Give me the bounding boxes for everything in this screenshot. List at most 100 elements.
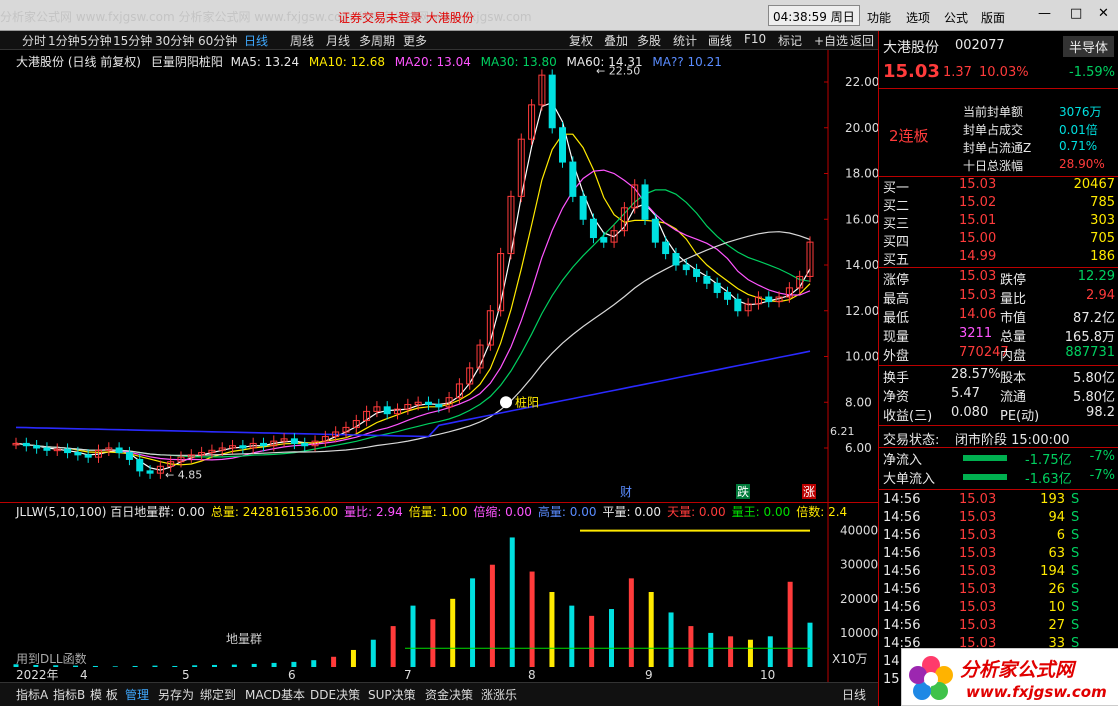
menu-function[interactable]: 功能: [867, 9, 891, 26]
signal-label: 桩阳: [515, 394, 539, 409]
price-label: 10.00: [845, 350, 878, 364]
candle-body: [146, 470, 154, 474]
price-change-pct: 10.03%: [979, 65, 1029, 80]
maximize-icon[interactable]: □: [1070, 6, 1082, 21]
tick-time-5: 14:56: [883, 582, 921, 597]
period-0[interactable]: 分时: [22, 32, 46, 49]
candle-body: [589, 218, 597, 239]
ma5-line: [15, 101, 811, 471]
fund-flows: 净流入 -1.75亿 -7% 大单流入 -1.63亿 -7%: [879, 449, 1118, 489]
bottom-tab-7[interactable]: DDE决策: [310, 686, 360, 703]
limit-info: 当前封单额 3076万 封单占成交 0.01倍 封单占流通Z 0.71% 十日总涨幅 28.9…: [879, 103, 1118, 173]
volume-svg: 40000 30000 20000 10000 X10万 地量群用到DLL函数 2022年 4…: [13, 503, 878, 683]
sector-tag[interactable]: 半导体: [1063, 36, 1115, 57]
limit-value-0: 3076万: [1059, 105, 1102, 119]
tag-cai: 财: [620, 485, 632, 499]
period-10[interactable]: 更多: [403, 32, 427, 49]
toolbar-right-6[interactable]: 标记: [778, 32, 802, 49]
period-9[interactable]: 多周期: [359, 32, 395, 49]
period-3[interactable]: 15分钟: [113, 32, 152, 49]
volume-bar: [787, 581, 793, 667]
chart-formula-name: 巨量阴阳桩阳: [150, 55, 223, 69]
limit-value-3: 28.90%: [1059, 157, 1105, 171]
toolbar-right-7[interactable]: +自选: [814, 32, 848, 49]
x-axis-label: 8: [528, 668, 536, 682]
volume-axis-label: 20000: [840, 592, 878, 606]
volume-bar: [688, 626, 694, 667]
tick-side-7: S: [1071, 618, 1080, 633]
stat-value-a-0: 15.03: [959, 269, 997, 284]
bottom-tab-0[interactable]: 指标A: [16, 686, 48, 703]
volume-bar: [370, 639, 376, 667]
stat-label-a-3: 现量: [883, 330, 910, 345]
volume-bar: [728, 636, 734, 667]
menu-layout[interactable]: 版面: [981, 9, 1005, 26]
candle-body: [290, 438, 298, 444]
period-6[interactable]: 日线: [244, 32, 268, 49]
candle-body: [424, 401, 432, 406]
bottom-tab-10[interactable]: 涨涨乐: [481, 686, 517, 703]
toolbar-right-1[interactable]: 叠加: [604, 32, 628, 49]
period-2[interactable]: 5分钟: [80, 32, 112, 49]
period-4[interactable]: 30分钟: [155, 32, 194, 49]
toolbar-right-4[interactable]: 画线: [708, 32, 732, 49]
trade-status-value: 闭市阶段 15:00:00: [955, 433, 1070, 448]
bottom-period-label[interactable]: 日线: [842, 686, 866, 703]
bottom-tab-5[interactable]: 绑定到: [200, 686, 236, 703]
price-change: 1.37: [943, 65, 972, 80]
tick-price-5: 15.03: [959, 582, 997, 597]
close-icon[interactable]: ✕: [1098, 6, 1109, 21]
menu-options[interactable]: 选项: [906, 9, 930, 26]
candle-body: [734, 298, 742, 312]
bid-price-1: 15.02: [959, 195, 997, 210]
period-1[interactable]: 1分钟: [48, 32, 80, 49]
toolbar-right-3[interactable]: 统计: [673, 32, 697, 49]
stat-value-b-4: 887731: [1065, 345, 1115, 360]
volume-bar: [291, 661, 297, 667]
x-axis-label: 2022年: [16, 668, 59, 682]
menu-formula[interactable]: 公式: [944, 9, 968, 26]
volume-bar: [807, 622, 813, 667]
kline-chart[interactable]: 22.00 20.00 18.00 16.00 14.00 12.00 10.00 8.00 6…: [0, 50, 879, 502]
x-axis-label: 7: [404, 668, 412, 682]
toolbar-right-8[interactable]: 返回: [850, 32, 874, 49]
bottom-tab-6[interactable]: MACD基本: [245, 686, 305, 703]
volume-bar: [628, 578, 634, 667]
volume-bar: [549, 592, 555, 667]
volume-bar: [529, 571, 535, 667]
tick-side-2: S: [1071, 528, 1080, 543]
x-axis-label: 10: [760, 668, 775, 682]
title-bar: 分析家公式网 www.fxjgsw.com 分析家公式网 www.fxjgsw.…: [0, 0, 1118, 31]
volume-bar: [410, 605, 416, 667]
trade-status-label: 交易状态:: [883, 433, 940, 448]
fin-value-b-2: 98.2: [1086, 405, 1115, 420]
indicator-value-9: 倍数: 2.4: [796, 505, 848, 519]
bottom-tab-1[interactable]: 指标B: [53, 686, 85, 703]
tick-time-0: 14:56: [883, 492, 921, 507]
bottom-tab-3[interactable]: 管理: [125, 686, 149, 703]
tick-price-7: 15.03: [959, 618, 997, 633]
toolbar-right-5[interactable]: F10: [744, 32, 766, 46]
bottom-tab-2[interactable]: 模 板: [90, 686, 118, 703]
flow-label-0: 净流入: [883, 453, 923, 468]
period-7[interactable]: 周线: [290, 32, 314, 49]
candle-body: [74, 452, 82, 456]
indicator-value-1: 总量: 2428161536.00: [210, 505, 339, 519]
volume-bar: [172, 665, 178, 667]
minimize-icon[interactable]: —: [1038, 6, 1051, 21]
volume-indicator[interactable]: 40000 30000 20000 10000 X10万 地量群 用到DLL函数 2022年 4…: [0, 502, 878, 683]
bottom-tab-8[interactable]: SUP决策: [368, 686, 416, 703]
bottom-tab-9[interactable]: 资金决策: [425, 686, 473, 703]
period-5[interactable]: 60分钟: [198, 32, 237, 49]
candle-body: [43, 447, 51, 451]
bottom-tab-4[interactable]: 另存为: [158, 686, 194, 703]
indicator-value-5: 高量: 0.00: [537, 505, 597, 519]
toolbar-right-0[interactable]: 复权: [569, 32, 593, 49]
ma-extra-label: MA?? 10.21: [652, 55, 722, 69]
stat-label-b-0: 跌停: [1000, 273, 1027, 288]
period-8[interactable]: 月线: [326, 32, 350, 49]
clock: 04:38:59 周日: [768, 5, 860, 26]
toolbar-right-2[interactable]: 多股: [637, 32, 661, 49]
volume-bar: [569, 605, 575, 667]
volume-bar: [708, 632, 714, 667]
